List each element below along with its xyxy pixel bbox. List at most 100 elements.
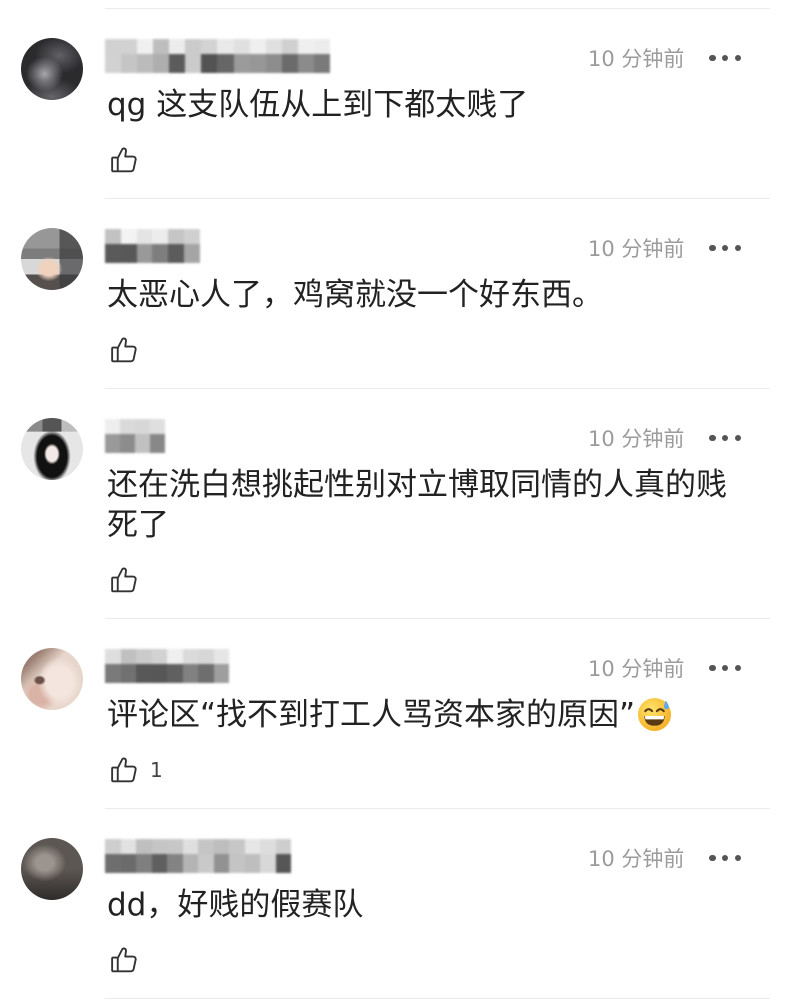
comment-item[interactable]: 10 分钟前 评论区“找不到打工人骂资本家的原因” 1 (0, 619, 786, 809)
thumb-up-icon[interactable] (109, 755, 139, 785)
mosaic-cell (121, 39, 138, 54)
more-dot (721, 854, 729, 862)
mosaic-cell (153, 39, 170, 54)
mosaic-cell (105, 854, 121, 873)
mosaic-cell (297, 39, 314, 54)
mosaic-cell (151, 854, 167, 873)
mosaic-cell (151, 649, 167, 664)
more-dots-icon[interactable] (709, 244, 741, 252)
like-button[interactable] (107, 145, 786, 175)
mosaic-cell (120, 434, 135, 453)
comment-item[interactable]: 10 分钟前 dd，好贱的假赛队 (0, 809, 786, 999)
avatar[interactable] (21, 418, 83, 480)
mosaic-cell (105, 419, 120, 434)
mosaic-cell (121, 54, 138, 73)
like-button[interactable]: 1 (107, 755, 786, 785)
more-dot (709, 244, 716, 252)
mosaic-cell (182, 839, 198, 854)
mosaic-cell (135, 419, 150, 434)
mosaic-cell (136, 854, 152, 873)
mosaic-cell (182, 664, 198, 683)
more-dot (734, 664, 741, 672)
comment-item[interactable]: 10 分钟前 还在洗白想挑起性别对立博取同情的人真的贱死了 (0, 389, 786, 619)
comment-body: 太恶心人了，鸡窝就没一个好东西。 (107, 275, 747, 315)
like-button[interactable] (107, 945, 786, 975)
mosaic-cell (201, 54, 218, 73)
mosaic-cell (313, 39, 330, 54)
mosaic-cell (151, 664, 167, 683)
more-dots-icon[interactable] (709, 434, 741, 442)
mosaic-cell (136, 229, 153, 244)
comment-text: 还在洗白想挑起性别对立博取同情的人真的贱死了 (107, 467, 727, 543)
mosaic-cell (105, 664, 121, 683)
comment-item[interactable]: 10 分钟前 qg 这支队伍从上到下都太贱了 (0, 9, 786, 199)
mosaic-cell (198, 664, 214, 683)
avatar[interactable] (21, 228, 83, 290)
mosaic-cell (244, 854, 260, 873)
mosaic-cell (185, 39, 202, 54)
mosaic-cell (136, 244, 153, 263)
mosaic-cell (182, 854, 198, 873)
comment-body: qg 这支队伍从上到下都太贱了 (107, 85, 747, 125)
mosaic-cell (201, 39, 218, 54)
like-button[interactable] (107, 335, 786, 365)
mosaic-cell (137, 39, 154, 54)
comment-list: 10 分钟前 qg 这支队伍从上到下都太贱了 10 分钟前 太恶心人了，鸡窝就没 (0, 9, 786, 999)
mosaic-cell (185, 54, 202, 73)
thumb-up-icon[interactable] (109, 335, 139, 365)
mosaic-cell (150, 434, 165, 453)
mosaic-cell (169, 54, 186, 73)
timestamp: 10 分钟前 (588, 237, 685, 261)
mosaic-cell (313, 54, 330, 73)
mosaic-cell (260, 854, 276, 873)
mosaic-cell (244, 839, 260, 854)
username[interactable] (105, 649, 229, 683)
mosaic-cell (151, 839, 167, 854)
username[interactable] (105, 39, 330, 73)
mosaic-cell (213, 839, 229, 854)
avatar[interactable] (21, 648, 83, 710)
mosaic-cell (249, 39, 266, 54)
mosaic-cell (169, 39, 186, 54)
username[interactable] (105, 419, 165, 453)
timestamp: 10 分钟前 (588, 657, 685, 681)
comment-text: dd，好贱的假赛队 (107, 887, 364, 923)
mosaic-cell (152, 229, 169, 244)
like-count: 1 (150, 758, 163, 782)
mosaic-cell (229, 854, 245, 873)
mosaic-cell (233, 54, 250, 73)
more-dot (721, 54, 729, 62)
mosaic-cell (213, 854, 229, 873)
thumb-up-icon[interactable] (109, 565, 139, 595)
mosaic-cell (217, 54, 234, 73)
more-dots-icon[interactable] (709, 854, 741, 862)
more-dots-icon[interactable] (709, 54, 741, 62)
mosaic-cell (105, 39, 122, 54)
more-dots-icon[interactable] (709, 664, 741, 672)
comment-item[interactable]: 10 分钟前 太恶心人了，鸡窝就没一个好东西。 (0, 199, 786, 389)
avatar[interactable] (21, 838, 83, 900)
mosaic-cell (167, 649, 183, 664)
more-dot (709, 54, 716, 62)
thumb-up-icon[interactable] (109, 145, 139, 175)
more-dot (709, 434, 716, 442)
mosaic-cell (136, 839, 152, 854)
mosaic-cell (182, 649, 198, 664)
username[interactable] (105, 229, 200, 263)
thumb-up-icon[interactable] (109, 945, 139, 975)
mosaic-cell (198, 854, 214, 873)
mosaic-cell (136, 664, 152, 683)
mosaic-cell (260, 839, 276, 854)
timestamp: 10 分钟前 (588, 847, 685, 871)
mosaic-cell (275, 854, 291, 873)
more-dot (709, 664, 716, 672)
more-dot (734, 854, 741, 862)
mosaic-cell (150, 419, 165, 434)
mosaic-cell (120, 839, 136, 854)
mosaic-cell (198, 649, 214, 664)
avatar[interactable] (21, 38, 83, 100)
like-button[interactable] (107, 565, 786, 595)
mosaic-cell (120, 854, 136, 873)
username[interactable] (105, 839, 291, 873)
more-dot (709, 854, 716, 862)
